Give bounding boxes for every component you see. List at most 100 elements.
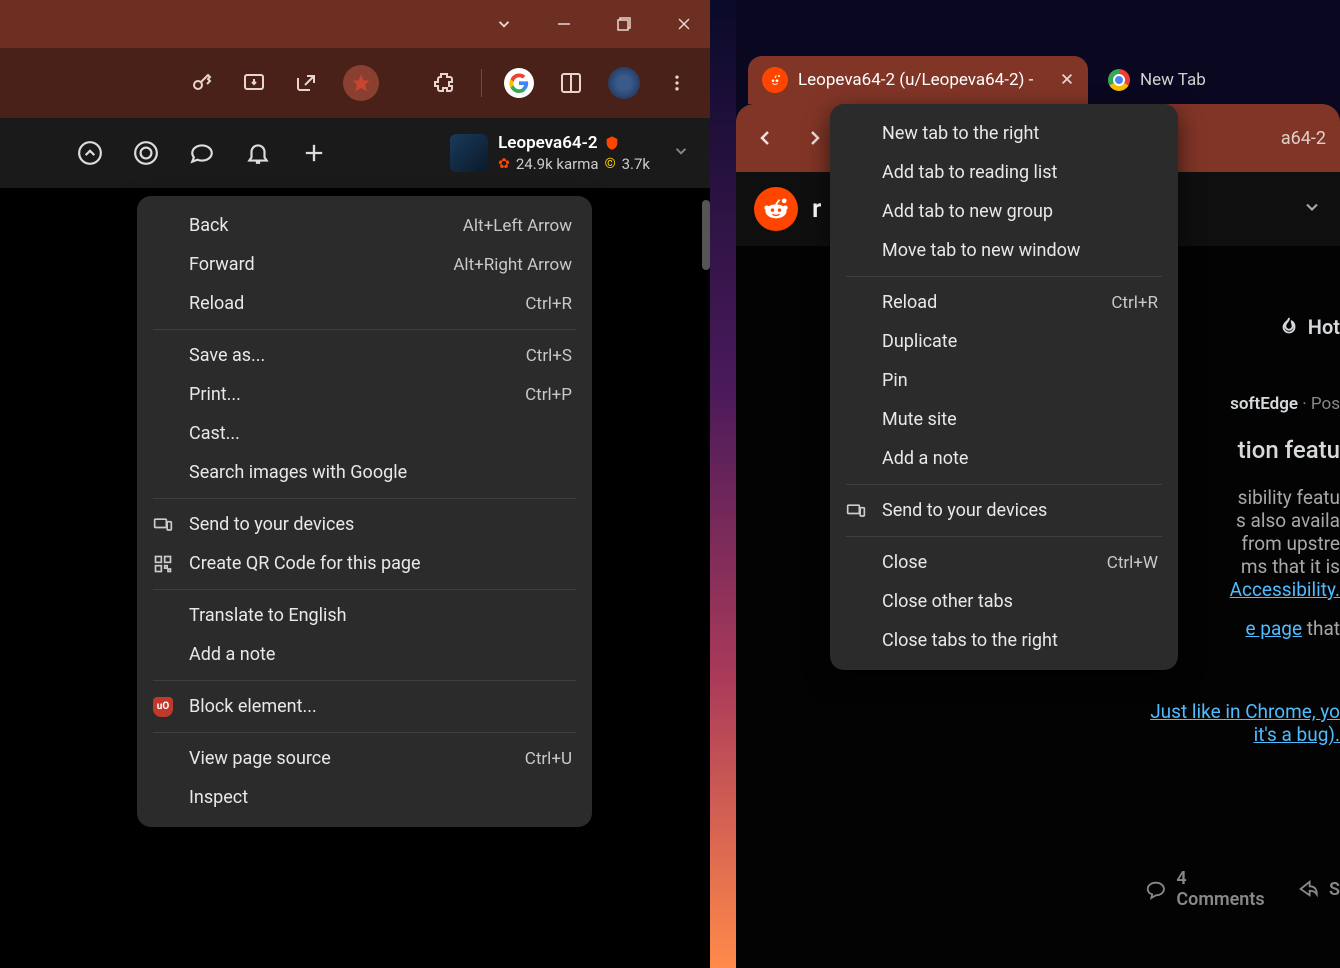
menu-reload-tab[interactable]: ReloadCtrl+R — [830, 283, 1178, 322]
scrollbar-thumb[interactable] — [702, 200, 710, 270]
link-bug[interactable]: it's a bug). — [1254, 723, 1340, 746]
karma-icon: ✿ — [498, 156, 510, 172]
link-chrome[interactable]: Just like in Chrome, yo — [1150, 700, 1340, 723]
separator — [153, 732, 576, 733]
google-icon[interactable] — [504, 68, 534, 98]
tab-reddit[interactable]: Leopeva64-2 (u/Leopeva64-2) - — [748, 56, 1088, 104]
window-divider — [710, 0, 736, 968]
tab-strip: Leopeva64-2 (u/Leopeva64-2) - New Tab — [736, 44, 1340, 104]
menu-pin[interactable]: Pin — [830, 361, 1178, 400]
coin-icon[interactable] — [130, 137, 162, 169]
user-avatar — [450, 134, 488, 172]
menu-translate[interactable]: Translate to English — [137, 596, 592, 635]
notifications-icon[interactable] — [242, 137, 274, 169]
chevron-down-icon[interactable] — [488, 8, 520, 40]
post-body: sibility featu s also availa from upstre… — [1150, 486, 1340, 746]
maximize-button[interactable] — [608, 8, 640, 40]
username: Leopeva64-2 — [498, 133, 597, 153]
reddit-wordmark: r — [812, 194, 821, 224]
menu-qr-code[interactable]: Create QR Code for this page — [137, 544, 592, 583]
separator — [481, 69, 482, 97]
menu-duplicate[interactable]: Duplicate — [830, 322, 1178, 361]
popular-icon[interactable] — [74, 137, 106, 169]
sort-hot[interactable]: Hot — [1278, 302, 1340, 352]
menu-save-as[interactable]: Save as...Ctrl+S — [137, 336, 592, 375]
tab-context-menu: New tab to the right Add tab to reading … — [830, 104, 1178, 670]
post-title[interactable]: tion featu — [1238, 436, 1340, 464]
key-icon[interactable] — [187, 68, 217, 98]
separator — [153, 680, 576, 681]
menu-add-note[interactable]: Add a note — [137, 635, 592, 674]
devices-icon — [151, 513, 175, 537]
tab-title: New Tab — [1140, 70, 1250, 90]
forward-button[interactable] — [800, 123, 830, 153]
menu-add-new-group[interactable]: Add tab to new group — [830, 192, 1178, 231]
fire-icon — [1278, 316, 1300, 338]
menu-send-devices[interactable]: Send to your devices — [137, 505, 592, 544]
menu-cast[interactable]: Cast... — [137, 414, 592, 453]
link-accessibility[interactable]: Accessibility. — [1230, 578, 1340, 601]
chat-icon[interactable] — [186, 137, 218, 169]
menu-send-devices-tab[interactable]: Send to your devices — [830, 491, 1178, 530]
close-button[interactable] — [668, 8, 700, 40]
menu-icon[interactable] — [662, 68, 692, 98]
menu-move-new-window[interactable]: Move tab to new window — [830, 231, 1178, 270]
extensions-icon[interactable] — [429, 68, 459, 98]
create-post-icon[interactable] — [298, 137, 330, 169]
menu-inspect[interactable]: Inspect — [137, 778, 592, 817]
coin-badge-icon: © — [605, 156, 616, 172]
menu-close-tab[interactable]: CloseCtrl+W — [830, 543, 1178, 582]
bookmark-star-icon[interactable] — [343, 65, 379, 101]
comment-icon — [1145, 877, 1167, 901]
menu-add-reading-list[interactable]: Add tab to reading list — [830, 153, 1178, 192]
shield-icon — [604, 135, 620, 151]
menu-close-other[interactable]: Close other tabs — [830, 582, 1178, 621]
qr-icon — [151, 552, 175, 576]
comments-button[interactable]: 4 Comments S — [1145, 868, 1340, 910]
coins-value: 3.7k — [622, 155, 650, 173]
ublock-icon: uO — [151, 695, 175, 719]
menu-mute-site[interactable]: Mute site — [830, 400, 1178, 439]
menu-print[interactable]: Print...Ctrl+P — [137, 375, 592, 414]
post-meta: softEdge · Pos — [1230, 394, 1340, 414]
separator — [153, 329, 576, 330]
back-button[interactable] — [750, 123, 780, 153]
chevron-down-icon — [672, 142, 690, 165]
menu-search-images[interactable]: Search images with Google — [137, 453, 592, 492]
tab-title: Leopeva64-2 (u/Leopeva64-2) - — [798, 70, 1050, 90]
karma-value: 24.9k karma — [516, 155, 599, 173]
profile-avatar[interactable] — [608, 67, 640, 99]
minimize-button[interactable] — [548, 8, 580, 40]
menu-back[interactable]: BackAlt+Left Arrow — [137, 206, 592, 245]
close-icon[interactable] — [1060, 70, 1074, 91]
share-icon — [1297, 877, 1319, 901]
menu-forward[interactable]: ForwardAlt+Right Arrow — [137, 245, 592, 284]
chevron-down-icon[interactable] — [1302, 197, 1322, 221]
titlebar — [0, 0, 710, 48]
separator — [846, 536, 1162, 537]
separator — [153, 589, 576, 590]
menu-view-source[interactable]: View page sourceCtrl+U — [137, 739, 592, 778]
link-page[interactable]: e page — [1246, 617, 1303, 640]
separator — [846, 484, 1162, 485]
tab-new[interactable]: New Tab — [1094, 56, 1264, 104]
reddit-header-bar: Leopeva64-2 ✿ 24.9k karma © 3.7k — [0, 118, 710, 188]
user-menu[interactable]: Leopeva64-2 ✿ 24.9k karma © 3.7k — [450, 133, 690, 173]
menu-close-right[interactable]: Close tabs to the right — [830, 621, 1178, 660]
reddit-favicon-icon — [762, 67, 788, 93]
reddit-logo-icon[interactable] — [754, 187, 798, 231]
menu-block-element[interactable]: uO Block element... — [137, 687, 592, 726]
page-context-menu: BackAlt+Left Arrow ForwardAlt+Right Arro… — [137, 196, 592, 827]
url-fragment: a64-2 — [1281, 128, 1326, 149]
separator — [153, 498, 576, 499]
menu-new-tab-right[interactable]: New tab to the right — [830, 114, 1178, 153]
reader-icon[interactable] — [556, 68, 586, 98]
chrome-favicon-icon — [1108, 69, 1130, 91]
install-icon[interactable] — [239, 68, 269, 98]
menu-add-note-tab[interactable]: Add a note — [830, 439, 1178, 478]
user-info: Leopeva64-2 ✿ 24.9k karma © 3.7k — [498, 133, 650, 173]
share-icon[interactable] — [291, 68, 321, 98]
separator — [846, 276, 1162, 277]
menu-reload[interactable]: ReloadCtrl+R — [137, 284, 592, 323]
devices-icon — [844, 499, 868, 523]
